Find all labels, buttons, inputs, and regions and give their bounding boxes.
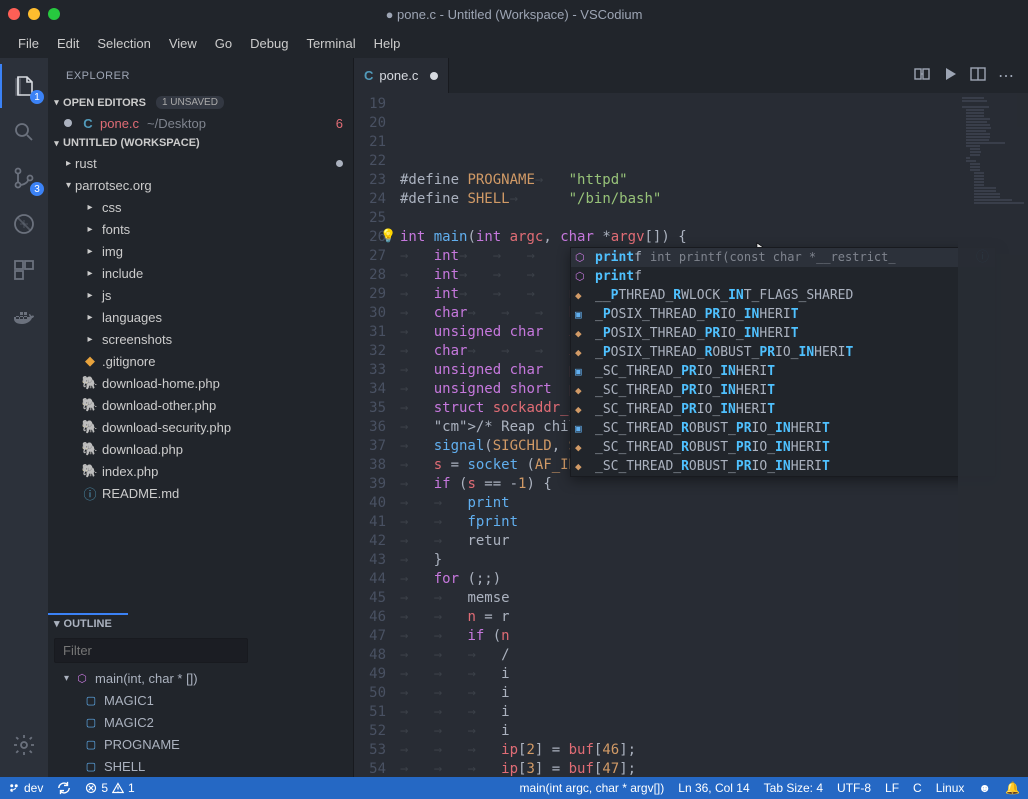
workspace-root[interactable]: ▸rust xyxy=(48,152,353,174)
settings-gear-icon[interactable] xyxy=(0,723,48,767)
docker-icon[interactable] xyxy=(0,294,48,338)
explorer-icon[interactable]: 1 xyxy=(0,64,48,108)
autocomplete-item[interactable]: ◆_SC_THREAD_ROBUST_PRIO_INHERIT xyxy=(571,457,995,476)
autocomplete-item[interactable]: ▣_SC_THREAD_ROBUST_PRIO_INHERIT xyxy=(571,419,995,438)
autocomplete-item[interactable]: ▣_SC_THREAD_PRIO_INHERIT xyxy=(571,362,995,381)
feedback-icon[interactable]: ☻ xyxy=(978,781,991,795)
outline-list: ▾⬡main(int, char * [])▢MAGIC1▢MAGIC2▢PRO… xyxy=(48,667,353,777)
folder-item[interactable]: ▸fonts xyxy=(48,218,353,240)
os-indicator[interactable]: Linux xyxy=(936,781,965,795)
code-content[interactable]: 💡 #define PROGNAME→ "httpd"#define SHELL… xyxy=(400,93,1028,777)
autocomplete-item[interactable]: ◆_SC_THREAD_ROBUST_PRIO_INHERIT xyxy=(571,438,995,457)
autocomplete-item[interactable]: ⬡printfint printf(const char *__restrict… xyxy=(571,248,995,267)
problems[interactable]: 5 1 xyxy=(85,781,134,795)
menu-help[interactable]: Help xyxy=(368,32,407,55)
tab-size[interactable]: Tab Size: 4 xyxy=(764,781,823,795)
editor-tab[interactable]: C pone.c xyxy=(354,58,449,93)
file-item[interactable]: ◆.gitignore xyxy=(48,350,353,372)
scm-badge: 3 xyxy=(30,182,44,196)
folder-item[interactable]: ▸img xyxy=(48,240,353,262)
window-title: ● pone.c - Untitled (Workspace) - VSCodi… xyxy=(60,7,1028,22)
minimap[interactable] xyxy=(958,93,1028,777)
activity-bar: 1 3 xyxy=(0,58,48,777)
minimize-window[interactable] xyxy=(28,8,40,20)
editor-tabs: C pone.c ⋯ xyxy=(354,58,1028,93)
menu-selection[interactable]: Selection xyxy=(91,32,156,55)
sync-icon[interactable] xyxy=(57,781,71,795)
modified-dot-icon xyxy=(64,119,72,127)
menu-file[interactable]: File xyxy=(12,32,45,55)
window-controls xyxy=(8,8,60,20)
split-editor-icon[interactable] xyxy=(970,66,986,86)
file-item[interactable]: 🐘download-other.php xyxy=(48,394,353,416)
outline-symbol[interactable]: ▢MAGIC2 xyxy=(48,711,353,733)
outline-symbol[interactable]: ▢SHELL xyxy=(48,755,353,777)
menubar: File Edit Selection View Go Debug Termin… xyxy=(0,28,1028,58)
source-control-icon[interactable]: 3 xyxy=(0,156,48,200)
cursor-position[interactable]: Ln 36, Col 14 xyxy=(678,781,749,795)
file-item[interactable]: 🐘download-security.php xyxy=(48,416,353,438)
outline-symbol[interactable]: ▢PROGNAME xyxy=(48,733,353,755)
explorer-badge: 1 xyxy=(30,90,44,104)
autocomplete-popup[interactable]: ⬡printfint printf(const char *__restrict… xyxy=(570,247,996,477)
menu-debug[interactable]: Debug xyxy=(244,32,294,55)
file-item[interactable]: 🐘index.php xyxy=(48,460,353,482)
c-file-icon: C xyxy=(364,68,373,83)
git-branch[interactable]: dev xyxy=(8,781,43,795)
explorer-sidebar: EXPLORER ▾ OPEN EDITORS 1 UNSAVED C pone… xyxy=(48,58,354,777)
run-icon[interactable] xyxy=(942,66,958,86)
breadcrumb-context[interactable]: main(int argc, char * argv[]) xyxy=(520,781,665,795)
menu-go[interactable]: Go xyxy=(209,32,238,55)
code-editor[interactable]: 1920212223242526272829303132333435363738… xyxy=(354,93,1028,777)
eol[interactable]: LF xyxy=(885,781,899,795)
workspace-root[interactable]: ▾parrotsec.org xyxy=(48,174,353,196)
outline-section[interactable]: ▾ OUTLINE xyxy=(48,613,353,634)
open-editors-section[interactable]: ▾ OPEN EDITORS 1 UNSAVED xyxy=(48,93,353,112)
more-icon[interactable]: ⋯ xyxy=(998,66,1014,86)
folder-item[interactable]: ▸js xyxy=(48,284,353,306)
folder-item[interactable]: ▸css xyxy=(48,196,353,218)
autocomplete-item[interactable]: ▣_POSIX_THREAD_PRIO_INHERIT xyxy=(571,305,995,324)
autocomplete-item[interactable]: ◆__PTHREAD_RWLOCK_INT_FLAGS_SHARED xyxy=(571,286,995,305)
modified-dot-icon xyxy=(430,72,438,80)
editor-area: C pone.c ⋯ 19202122232425262728293031323… xyxy=(354,58,1028,777)
search-icon[interactable] xyxy=(0,110,48,154)
compare-icon[interactable] xyxy=(914,66,930,86)
open-editor-file[interactable]: C pone.c ~/Desktop 6 xyxy=(48,112,353,134)
status-bar: dev 5 1 main(int argc, char * argv[]) Ln… xyxy=(0,777,1028,799)
menu-view[interactable]: View xyxy=(163,32,203,55)
notifications-icon[interactable]: 🔔 xyxy=(1005,781,1020,795)
autocomplete-item[interactable]: ⬡printf xyxy=(571,267,995,286)
outline-symbol[interactable]: ▾⬡main(int, char * []) xyxy=(48,667,353,689)
autocomplete-item[interactable]: ◆_POSIX_THREAD_ROBUST_PRIO_INHERIT xyxy=(571,343,995,362)
sidebar-title: EXPLORER xyxy=(48,58,353,93)
autocomplete-item[interactable]: ◆_SC_THREAD_PRIO_INHERIT xyxy=(571,381,995,400)
folder-item[interactable]: ▸screenshots xyxy=(48,328,353,350)
debug-icon[interactable] xyxy=(0,202,48,246)
c-file-icon: C xyxy=(80,116,96,131)
file-item[interactable]: 🐘download.php xyxy=(48,438,353,460)
autocomplete-item[interactable]: ◆_POSIX_THREAD_PRIO_INHERIT xyxy=(571,324,995,343)
line-gutter: 1920212223242526272829303132333435363738… xyxy=(354,93,400,777)
folder-item[interactable]: ▸languages xyxy=(48,306,353,328)
outline-symbol[interactable]: ▢MAGIC1 xyxy=(48,689,353,711)
file-item[interactable]: ⓘREADME.md xyxy=(48,482,353,504)
folder-item[interactable]: ▸include xyxy=(48,262,353,284)
close-window[interactable] xyxy=(8,8,20,20)
language-mode[interactable]: C xyxy=(913,781,922,795)
editor-actions: ⋯ xyxy=(914,66,1022,86)
maximize-window[interactable] xyxy=(48,8,60,20)
autocomplete-item[interactable]: ◆_SC_THREAD_PRIO_INHERIT xyxy=(571,400,995,419)
titlebar: ● pone.c - Untitled (Workspace) - VSCodi… xyxy=(0,0,1028,28)
file-item[interactable]: 🐘download-home.php xyxy=(48,372,353,394)
extensions-icon[interactable] xyxy=(0,248,48,292)
encoding[interactable]: UTF-8 xyxy=(837,781,871,795)
outline-filter-input[interactable] xyxy=(54,638,248,663)
workspace-tree: ▸rust▾parrotsec.org▸css▸fonts▸img▸includ… xyxy=(48,152,353,504)
workspace-section[interactable]: ▾ UNTITLED (WORKSPACE) xyxy=(48,134,353,152)
menu-edit[interactable]: Edit xyxy=(51,32,85,55)
menu-terminal[interactable]: Terminal xyxy=(300,32,361,55)
lightbulb-icon[interactable]: 💡 xyxy=(380,227,396,246)
